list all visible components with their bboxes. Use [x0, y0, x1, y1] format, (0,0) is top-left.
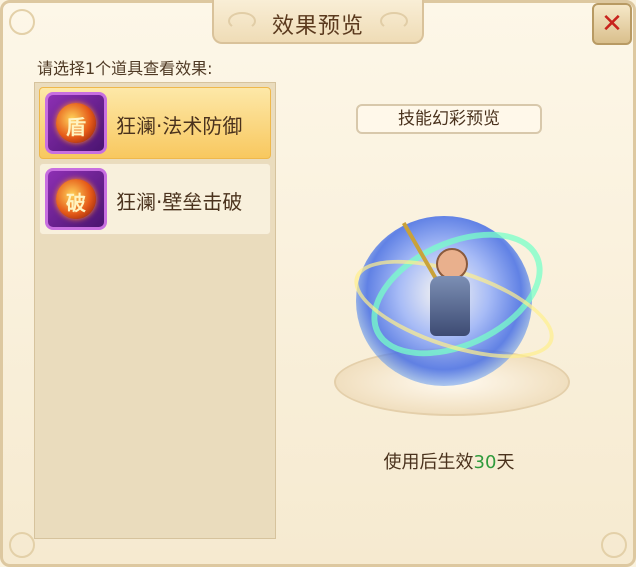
hero-body — [430, 276, 470, 336]
select-prompt: 请选择1个道具查看效果: — [37, 59, 213, 78]
list-item-barrier-break[interactable]: 破 狂澜·壁垒击破 — [39, 163, 271, 235]
item-label: 狂澜·法术防御 — [116, 114, 243, 138]
magic-defense-icon: 盾 — [45, 92, 107, 154]
effect-duration-text: 使用后生效30天 — [0, 448, 636, 474]
effect-preview-image — [330, 200, 570, 430]
skill-preview-button[interactable]: 技能幻彩预览 — [356, 104, 542, 134]
effect-suffix: 天 — [496, 452, 515, 473]
corner-ornament — [601, 532, 627, 558]
hero-figure — [402, 222, 472, 350]
barrier-break-icon: 破 — [45, 168, 107, 230]
title-tab: 效果预览 — [212, 0, 424, 44]
corner-ornament — [9, 532, 35, 558]
corner-ornament — [9, 9, 35, 35]
list-item-magic-defense[interactable]: 盾 狂澜·法术防御 — [39, 87, 271, 159]
dialog-title: 效果预览 — [271, 14, 364, 39]
close-button[interactable]: ✕ — [592, 3, 632, 45]
effect-days: 30 — [473, 452, 497, 473]
effect-prefix: 使用后生效 — [383, 452, 474, 473]
close-icon: ✕ — [601, 9, 623, 39]
item-label: 狂澜·壁垒击破 — [116, 190, 243, 214]
